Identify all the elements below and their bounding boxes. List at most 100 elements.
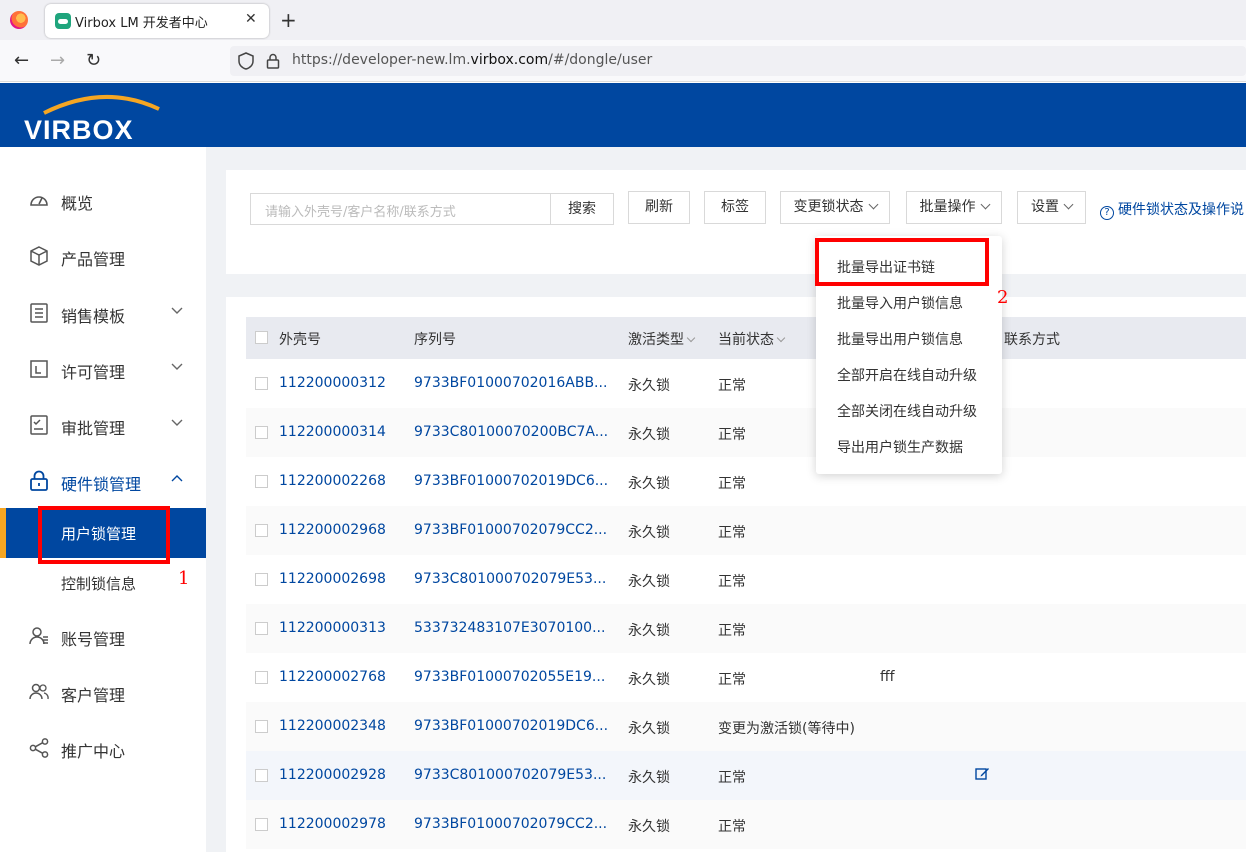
serial-number-link[interactable]: 9733BF01000702055E19... (414, 669, 605, 685)
serial-number-link[interactable]: 533732483107E3070100... (414, 620, 605, 636)
lock-icon[interactable] (266, 53, 280, 69)
virbox-logo[interactable]: VIRBOX (24, 91, 184, 141)
table-row[interactable]: 112200002768 9733BF01000702055E19... 永久锁 正常… (246, 653, 1246, 702)
table-row[interactable]: 112200002928 9733C801000702079E53... 永久锁 正常 (246, 751, 1246, 800)
table-row[interactable]: 112200002348 9733BF01000702019DC6... 永久锁 变更… (246, 702, 1246, 751)
status-text: 正常 (718, 476, 746, 492)
status-text: 正常 (718, 427, 746, 443)
search-input[interactable]: 请输入外壳号/客户名称/联系方式 (250, 193, 552, 225)
serial-number-link[interactable]: 9733BF01000702019DC6... (414, 718, 608, 734)
shell-number-link[interactable]: 112200002768 (279, 669, 386, 685)
shell-number-link[interactable]: 112200002268 (279, 473, 386, 489)
row-checkbox[interactable] (255, 377, 268, 390)
column-header-serial[interactable]: 序列号 (414, 329, 456, 349)
table-row[interactable]: 112200002978 9733BF01000702079CC2... 永久锁 正常 (246, 800, 1246, 849)
menu-item-import-user-locks[interactable]: 批量导入用户锁信息 (837, 293, 963, 313)
refresh-button[interactable]: 刷新 (628, 191, 690, 224)
users-icon (29, 683, 49, 700)
reload-icon[interactable]: ↻ (86, 50, 101, 71)
shell-number-link[interactable]: 112200002928 (279, 767, 386, 783)
sidebar-item-accounts[interactable]: 账号管理 (0, 617, 206, 657)
chevron-down-icon (980, 199, 990, 210)
settings-dropdown[interactable]: 设置 (1017, 191, 1086, 224)
activation-type: 永久锁 (628, 525, 670, 541)
table-row[interactable]: 112200002968 9733BF01000702079CC2... 永久锁 正常 (246, 506, 1246, 555)
row-checkbox[interactable] (255, 671, 268, 684)
row-checkbox[interactable] (255, 769, 268, 782)
edit-icon[interactable] (975, 766, 990, 780)
sidebar-item-promotion[interactable]: 推广中心 (0, 729, 206, 769)
close-tab-icon[interactable]: ✕ (245, 11, 257, 27)
change-status-dropdown[interactable]: 变更锁状态 (780, 191, 890, 224)
sidebar-subitem-control-locks[interactable]: 控制锁信息 (0, 558, 206, 608)
sidebar-item-licenses[interactable]: 许可管理 (0, 350, 206, 390)
serial-number-link[interactable]: 9733C801000702079E53... (414, 571, 606, 587)
table-row[interactable]: 112200000312 9733BF01000702016ABB... 永久锁 正常 (246, 359, 1246, 408)
sidebar-item-hardware-locks[interactable]: 硬件锁管理 (0, 462, 206, 502)
address-bar[interactable]: https://developer-new.lm.virbox.com/#/do… (230, 46, 1246, 76)
url-text[interactable]: https://developer-new.lm.virbox.com/#/do… (292, 52, 652, 68)
cloud-icon (55, 13, 71, 29)
shell-number-link[interactable]: 112200000313 (279, 620, 386, 636)
table-row[interactable]: 112200002698 9733C801000702079E53... 永久锁 正常 (246, 555, 1246, 604)
row-checkbox[interactable] (255, 524, 268, 537)
shell-number-link[interactable]: 112200002348 (279, 718, 386, 734)
table-row[interactable]: 112200000314 9733C80100070200BC7A... 永久锁 正常 (246, 408, 1246, 457)
menu-item-enable-auto-upgrade[interactable]: 全部开启在线自动升级 (837, 365, 977, 385)
sidebar-item-overview[interactable]: 概览 (0, 181, 206, 221)
new-tab-icon[interactable]: + (280, 8, 297, 32)
sidebar-item-approvals[interactable]: 审批管理 (0, 406, 206, 446)
table-row[interactable]: 112200002268 9733BF01000702019DC6... 永久锁 正常 (246, 457, 1246, 506)
status-text: 正常 (718, 819, 746, 835)
serial-number-link[interactable]: 9733BF01000702019DC6... (414, 473, 608, 489)
row-checkbox[interactable] (255, 720, 268, 733)
back-icon[interactable]: ← (14, 50, 29, 71)
tag-button[interactable]: 标签 (704, 191, 766, 224)
caret-down-icon[interactable] (776, 333, 786, 343)
extra-text: fff (880, 669, 895, 685)
menu-item-export-user-locks[interactable]: 批量导出用户锁信息 (837, 329, 963, 349)
batch-ops-dropdown[interactable]: 批量操作 (906, 191, 1002, 224)
row-checkbox[interactable] (255, 475, 268, 488)
column-header-shell[interactable]: 外壳号 (279, 329, 321, 349)
shell-number-link[interactable]: 112200000314 (279, 424, 386, 440)
search-button[interactable]: 搜索 (550, 193, 614, 225)
column-header-contact[interactable]: 联系方式 (1004, 329, 1060, 349)
activation-type: 永久锁 (628, 378, 670, 394)
row-checkbox[interactable] (255, 573, 268, 586)
table-row[interactable]: 112200000313 533732483107E3070100... 永久锁 正常 (246, 604, 1246, 653)
serial-number-link[interactable]: 9733C80100070200BC7A... (414, 424, 608, 440)
caret-down-icon[interactable] (686, 333, 696, 343)
menu-item-export-production-data[interactable]: 导出用户锁生产数据 (837, 437, 963, 457)
chevron-down-icon (1063, 199, 1074, 210)
sidebar-item-sales-templates[interactable]: 销售模板 (0, 294, 206, 334)
firefox-icon[interactable] (10, 11, 28, 29)
sidebar-item-customers[interactable]: 客户管理 (0, 673, 206, 713)
row-checkbox[interactable] (255, 426, 268, 439)
shell-number-link[interactable]: 112200000312 (279, 375, 386, 391)
svg-text:VIRBOX: VIRBOX (24, 115, 134, 141)
browser-tab[interactable]: Virbox LM 开发者中心 ✕ (45, 4, 269, 38)
shell-number-link[interactable]: 112200002978 (279, 816, 386, 832)
column-header-activation-type[interactable]: 激活类型 (628, 329, 696, 349)
column-header-status[interactable]: 当前状态 (718, 329, 786, 349)
serial-number-link[interactable]: 9733BF01000702079CC2... (414, 522, 607, 538)
shield-icon[interactable] (238, 52, 254, 70)
menu-item-disable-auto-upgrade[interactable]: 全部关闭在线自动升级 (837, 401, 977, 421)
serial-number-link[interactable]: 9733C801000702079E53... (414, 767, 606, 783)
select-all-checkbox[interactable] (255, 331, 268, 344)
browser-tab-bar: Virbox LM 开发者中心 ✕ + (0, 0, 1246, 40)
forward-icon[interactable]: → (50, 50, 65, 71)
row-checkbox[interactable] (255, 818, 268, 831)
serial-number-link[interactable]: 9733BF01000702016ABB... (414, 375, 607, 391)
column-header-label: 激活类型 (628, 332, 684, 348)
annotation-number-2: 2 (997, 287, 1009, 308)
activation-type: 永久锁 (628, 721, 670, 737)
status-text: 正常 (718, 672, 746, 688)
help-link[interactable]: ? 硬件锁状态及操作说 (1100, 199, 1244, 220)
serial-number-link[interactable]: 9733BF01000702079CC2... (414, 816, 607, 832)
shell-number-link[interactable]: 112200002698 (279, 571, 386, 587)
row-checkbox[interactable] (255, 622, 268, 635)
shell-number-link[interactable]: 112200002968 (279, 522, 386, 538)
sidebar-item-products[interactable]: 产品管理 (0, 237, 206, 277)
